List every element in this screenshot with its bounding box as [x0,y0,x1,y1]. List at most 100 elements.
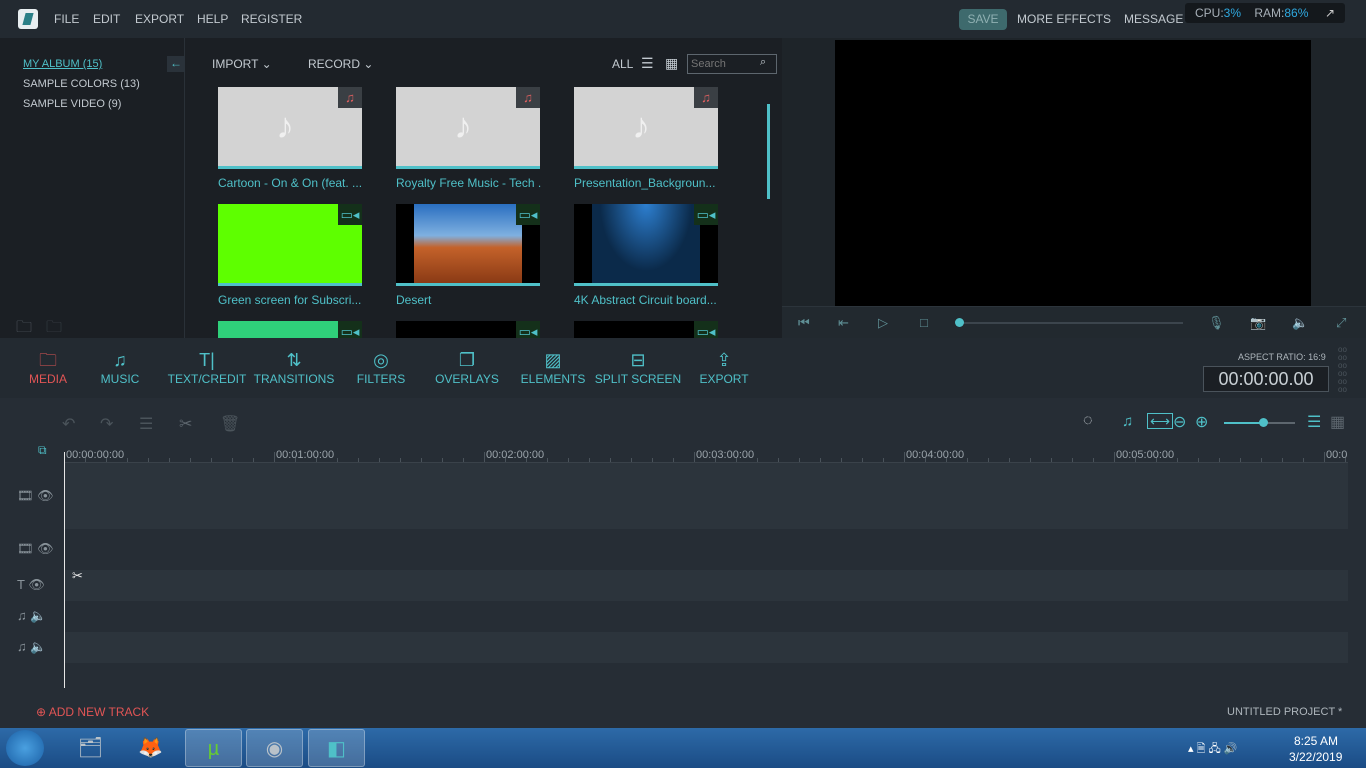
audio-badge-icon: ♫ [694,87,718,108]
album-my-album[interactable]: MY ALBUM (15) [23,58,102,70]
import-dropdown[interactable]: IMPORT ⌄ [212,57,272,71]
filter-all[interactable]: ALL [612,57,633,71]
volume-icon[interactable]: 🔈 [1292,315,1308,331]
start-button[interactable] [6,730,44,766]
album-sample-colors[interactable]: SAMPLE COLORS (13) [23,78,140,90]
media-title[interactable]: Desert [396,293,541,307]
video-track-1[interactable] [64,463,1348,529]
ruler-tick-mark [274,452,275,462]
tool-filters[interactable]: ◎ FILTERS [336,348,426,386]
audio-track-1[interactable] [64,601,1348,632]
utorrent-taskbar-icon[interactable]: µ [185,729,242,767]
timeline-ruler[interactable]: 00:00:00:00 00:01:00:00 00:02:00:00 00:03:0… [64,440,1348,463]
add-new-track-button[interactable]: ⊕ ADD NEW TRACK [36,705,149,719]
ruler-tick-mark [190,458,191,462]
filmora-taskbar-icon[interactable]: ◧ [308,729,365,767]
expand-icon[interactable]: ↗ [1325,3,1335,23]
more-effects-button[interactable]: MORE EFFECTS [1017,12,1111,26]
audio-mixer-icon[interactable]: ♫ [1122,413,1133,430]
video-badge-icon: ▭◂ [694,204,718,225]
media-thumbnail[interactable]: ♪ ♫ [218,87,362,169]
tray-icons[interactable]: ▴ 🗎 🖧 🔊 [1188,740,1238,759]
render-preview-icon[interactable]: ◌ [1083,412,1093,430]
video-track-2[interactable] [64,529,1348,570]
delete-icon[interactable]: 🗑 [220,414,240,434]
media-title[interactable]: 4K Abstract Circuit board... [574,293,719,307]
ruler-tick-mark [1093,458,1094,462]
stop-icon[interactable]: □ [920,315,928,330]
export-icon: ⇪ [716,350,732,370]
save-button[interactable]: SAVE [959,9,1007,30]
media-thumbnail[interactable]: ♪ ♫ [396,87,540,169]
fit-timeline-icon[interactable]: ⟷ [1147,413,1174,429]
tool-text-credit[interactable]: T| TEXT/CREDIT [162,348,252,386]
play-icon[interactable]: ▷ [878,315,888,331]
clock-date[interactable]: 3/22/2019 [1289,750,1342,764]
snapshot-icon[interactable]: 📷 [1250,315,1266,331]
text-track[interactable] [64,570,1348,601]
undo-icon[interactable]: ↶ [62,414,75,434]
collapse-arrow-icon[interactable]: ← [167,56,185,72]
zoom-slider-handle[interactable] [1259,418,1269,427]
snap-icon[interactable]: ⧉ [38,443,47,458]
grid-view-icon[interactable]: ▦ [665,55,678,72]
list-view-icon[interactable]: ☰ [641,55,654,72]
media-title[interactable]: Royalty Free Music - Tech ... [396,176,541,190]
media-scrollbar[interactable] [767,104,770,199]
explorer-taskbar-icon[interactable]: 🗂 [62,729,119,767]
prev-icon[interactable]: ⏮ [798,315,810,331]
media-thumbnail[interactable]: ▭◂ [218,321,362,338]
cut-icon[interactable]: ✂ [179,414,192,434]
drag-handle-icon[interactable]: oo oo oo oo oo oo [1338,346,1352,394]
zoom-in-icon[interactable]: ⊕ [1195,412,1208,432]
timeline-playhead[interactable] [64,452,65,688]
tool-split-screen[interactable]: ⊟ SPLIT SCREEN [593,348,683,386]
media-thumbnail[interactable]: ▭◂ [396,321,540,338]
video-track-icon: 🎞 👁 [17,488,54,503]
menu-edit[interactable]: EDIT [93,12,120,26]
menu-help[interactable]: HELP [197,12,228,26]
menu-export[interactable]: EXPORT [135,12,184,26]
ram-value: 86% [1284,6,1309,20]
chrome-taskbar-icon[interactable]: ◉ [246,729,303,767]
album-sample-video[interactable]: SAMPLE VIDEO (9) [23,98,121,110]
media-title[interactable]: Presentation_Backgroun... [574,176,719,190]
search-icon[interactable]: ⌕ [760,56,766,69]
menu-bar: FILE EDIT EXPORT HELP REGISTER SAVE MORE… [0,0,1366,38]
microphone-icon[interactable]: 🎙 [1208,315,1225,331]
fullscreen-icon[interactable]: ⤢ [1336,315,1346,331]
message-button[interactable]: MESSAGE [1124,12,1183,26]
media-thumbnail[interactable]: ♪ ♫ [574,87,718,169]
media-thumbnail[interactable]: ▭◂ [574,321,718,338]
ruler-tick-mark [820,458,821,462]
tool-overlays[interactable]: ❐ OVERLAYS [422,348,512,386]
audio-track-2[interactable] [64,632,1348,663]
grid-icon[interactable]: ▦ [1330,412,1345,432]
tool-music[interactable]: ♫ MUSIC [75,348,165,386]
aspect-ratio[interactable]: ASPECT RATIO: 16:9 [1238,352,1326,362]
media-thumbnail[interactable]: ▭◂ [218,204,362,286]
elements-icon: ▨ [544,350,562,370]
tool-elements[interactable]: ▨ ELEMENTS [508,348,598,386]
firefox-taskbar-icon[interactable]: 🦊 [122,729,179,767]
menu-file[interactable]: FILE [54,12,79,26]
step-back-icon[interactable]: ⇤ [838,315,849,331]
menu-register[interactable]: REGISTER [241,12,302,26]
tool-export[interactable]: ⇪ EXPORT [679,348,769,386]
tool-transitions[interactable]: ⇅ TRANSITIONS [249,348,339,386]
media-title[interactable]: Cartoon - On & On (feat. ... [218,176,363,190]
video-badge-icon: ▭◂ [338,204,362,225]
ruler-tick-mark [757,458,758,462]
playhead-handle[interactable] [955,318,964,327]
ruler-tick-label: 00:00:00:00 [66,449,125,461]
adjust-icon[interactable]: ☰ [139,414,153,434]
media-thumbnail[interactable]: ▭◂ [396,204,540,286]
playback-progress[interactable] [958,322,1183,324]
record-dropdown[interactable]: RECORD ⌄ [308,57,373,71]
media-title[interactable]: Green screen for Subscri... [218,293,363,307]
zoom-out-icon[interactable]: ⊖ [1173,412,1186,432]
clock-time[interactable]: 8:25 AM [1294,734,1338,748]
redo-icon[interactable]: ↷ [100,414,113,434]
media-thumbnail[interactable]: ▭◂ [574,204,718,286]
track-list-icon[interactable]: ☰ [1307,412,1321,432]
